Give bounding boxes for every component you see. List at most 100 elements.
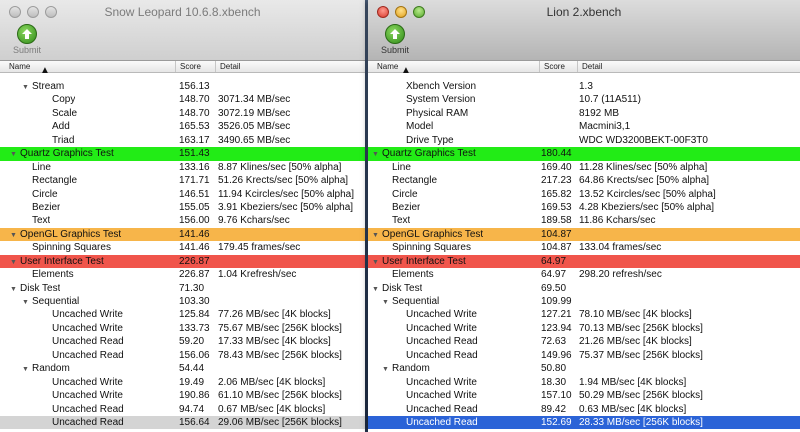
test-group-row[interactable]: ▼ User Interface Test 64.97 (368, 254, 800, 269)
test-group-row[interactable]: ▼ Quartz Graphics Test 151.43 (0, 147, 365, 161)
table-row[interactable]: Triad 163.17 3490.65 MB/sec (0, 134, 365, 147)
header-detail[interactable]: Detail (577, 61, 800, 72)
row-label: Text (392, 215, 411, 227)
table-row[interactable]: Text 189.58 11.86 Kchars/sec (368, 214, 800, 227)
header-detail[interactable]: Detail (215, 61, 365, 72)
table-row[interactable]: Uncached Write 19.49 2.06 MB/sec [4K block… (0, 376, 365, 389)
upload-arrow-icon (385, 24, 405, 44)
row-name: ▼ Random (382, 362, 430, 376)
row-label: Line (392, 161, 411, 173)
table-row[interactable]: ▼ Stream 156.13 (0, 80, 365, 93)
table-row[interactable]: Drive Type WDC WD3200BEKT-00F3T0 (368, 134, 800, 147)
row-detail: 64.86 Krects/sec [50% alpha] (579, 175, 710, 187)
results-outline: ▲ ▼ Stream 156.13 Copy 148.70 3071.34 MB/sec S… (0, 67, 365, 430)
table-row[interactable]: Spinning Squares 141.46 179.45 frames/sec (0, 241, 365, 254)
table-row[interactable]: Uncached Write 125.84 77.26 MB/sec [4K blo… (0, 308, 365, 321)
window-lion: Lion 2.xbench Submit Name Score Detail ▲… (368, 0, 800, 432)
disclosure-triangle-icon[interactable]: ▼ (372, 256, 382, 269)
row-label: Model (406, 121, 434, 133)
row-name: Physical RAM (406, 107, 468, 120)
table-row[interactable]: Rectangle 171.71 51.26 Krects/sec [50% alp… (0, 174, 365, 187)
table-row[interactable]: Uncached Write 157.10 50.29 MB/sec [256K b… (368, 389, 800, 402)
table-row[interactable]: Uncached Write 133.73 75.67 MB/sec [256K b… (0, 322, 365, 335)
row-name: Circle (392, 188, 418, 201)
disclosure-triangle-icon[interactable]: ▼ (22, 363, 32, 376)
table-row[interactable]: Uncached Read 89.42 0.63 MB/sec [4K blocks… (368, 403, 800, 416)
row-score: 226.87 (179, 255, 210, 267)
table-row[interactable]: ▼ Sequential 109.99 (368, 295, 800, 308)
table-row[interactable]: ▼ Random 50.80 (368, 362, 800, 375)
table-row[interactable]: Circle 146.51 11.94 Kcircles/sec [50% alph… (0, 188, 365, 201)
disclosure-triangle-icon[interactable]: ▼ (372, 229, 382, 242)
table-row[interactable]: ▼ Disk Test 71.30 (0, 282, 365, 295)
header-score[interactable]: Score (175, 61, 215, 72)
row-label: Uncached Read (406, 403, 478, 415)
table-row[interactable]: Spinning Squares 104.87 133.04 frames/sec (368, 241, 800, 254)
row-label: Quartz Graphics Test (20, 148, 114, 160)
table-row[interactable]: Uncached Read 152.69 28.33 MB/sec [256K bl… (368, 415, 800, 430)
disclosure-triangle-icon[interactable]: ▼ (372, 148, 382, 161)
table-row[interactable]: Uncached Read 156.64 29.06 MB/sec [256K bl… (0, 415, 365, 430)
table-row[interactable]: Uncached Write 18.30 1.94 MB/sec [4K block… (368, 376, 800, 389)
disclosure-triangle-icon[interactable]: ▼ (10, 256, 20, 269)
row-name: Uncached Read (52, 416, 124, 429)
table-row[interactable]: Xbench Version 1.3 (368, 80, 800, 93)
table-row[interactable]: Uncached Write 190.86 61.10 MB/sec [256K b… (0, 389, 365, 402)
table-row[interactable]: ▼ Random 54.44 (0, 362, 365, 375)
row-label: Sequential (32, 296, 80, 307)
table-row[interactable]: Uncached Read 59.20 17.33 MB/sec [4K block… (0, 335, 365, 348)
test-group-row[interactable]: ▼ OpenGL Graphics Test 141.46 (0, 227, 365, 242)
table-row[interactable]: Physical RAM 8192 MB (368, 107, 800, 120)
table-row[interactable]: Bezier 155.05 3.91 Kbeziers/sec [50% alpha… (0, 201, 365, 214)
header-score[interactable]: Score (539, 61, 577, 72)
submit-button[interactable]: Submit (10, 24, 44, 55)
test-group-row[interactable]: ▼ OpenGL Graphics Test 104.87 (368, 227, 800, 242)
disclosure-triangle-icon[interactable]: ▼ (10, 283, 20, 296)
table-row[interactable]: System Version 10.7 (11A511) (368, 93, 800, 106)
row-detail: 1.94 MB/sec [4K blocks] (579, 376, 687, 388)
table-row[interactable]: Uncached Write 123.94 70.13 MB/sec [256K b… (368, 322, 800, 335)
table-row[interactable]: Circle 165.82 13.52 Kcircles/sec [50% alph… (368, 188, 800, 201)
table-row[interactable]: Uncached Write 127.21 78.10 MB/sec [4K blo… (368, 308, 800, 321)
table-row[interactable]: Elements 64.97 298.20 refresh/sec (368, 268, 800, 281)
disclosure-triangle-icon[interactable]: ▼ (22, 296, 32, 309)
table-row[interactable]: Uncached Read 94.74 0.67 MB/sec [4K blocks… (0, 403, 365, 416)
disclosure-triangle-icon[interactable]: ▼ (372, 283, 382, 296)
disclosure-triangle-icon[interactable]: ▼ (10, 229, 20, 242)
row-label: Stream (32, 81, 65, 92)
test-group-row[interactable]: ▼ Quartz Graphics Test 180.44 (368, 147, 800, 161)
disclosure-triangle-icon[interactable]: ▼ (382, 296, 392, 309)
table-row[interactable]: Uncached Read 72.63 21.26 MB/sec [4K block… (368, 335, 800, 348)
row-label: Uncached Write (406, 322, 477, 334)
table-row[interactable]: Add 165.53 3526.05 MB/sec (0, 120, 365, 133)
row-detail: 3.91 Kbeziers/sec [50% alpha] (218, 201, 354, 213)
table-row[interactable]: ▼ Disk Test 69.50 (368, 282, 800, 295)
row-score: 226.87 (179, 269, 210, 281)
table-row[interactable]: Line 169.40 11.28 Klines/sec [50% alpha] (368, 161, 800, 174)
table-row[interactable]: Rectangle 217.23 64.86 Krects/sec [50% alp… (368, 174, 800, 187)
table-row[interactable]: Bezier 169.53 4.28 Kbeziers/sec [50% alpha… (368, 201, 800, 214)
table-row[interactable]: Uncached Read 156.06 78.43 MB/sec [256K bl… (0, 349, 365, 362)
table-row[interactable]: Scale 148.70 3072.19 MB/sec (0, 107, 365, 120)
table-row[interactable]: ▼ Sequential 103.30 (0, 295, 365, 308)
table-row[interactable]: Text 156.00 9.76 Kchars/sec (0, 214, 365, 227)
column-header: Name Score Detail (0, 61, 365, 73)
header-name[interactable]: Name (368, 61, 539, 72)
table-row[interactable]: Line 133.16 8.87 Klines/sec [50% alpha] (0, 161, 365, 174)
header-name[interactable]: Name (0, 61, 175, 72)
test-group-row[interactable]: ▼ User Interface Test 226.87 (0, 254, 365, 269)
disclosure-triangle-icon[interactable]: ▼ (10, 148, 20, 161)
disclosure-triangle-icon[interactable]: ▼ (382, 363, 392, 376)
table-row[interactable]: Elements 226.87 1.04 Krefresh/sec (0, 268, 365, 281)
row-detail: 70.13 MB/sec [256K blocks] (579, 322, 703, 334)
table-row[interactable]: Uncached Read 149.96 75.37 MB/sec [256K bl… (368, 349, 800, 362)
disclosure-triangle-icon[interactable]: ▼ (22, 81, 32, 94)
table-row[interactable]: Model Macmini3,1 (368, 120, 800, 133)
row-score: 89.42 (541, 403, 567, 415)
row-name: ▼ Random (22, 362, 70, 376)
row-detail: 11.94 Kcircles/sec [50% alpha] (218, 188, 355, 200)
row-name: Circle (32, 188, 58, 201)
row-score: 180.44 (541, 148, 572, 160)
submit-button[interactable]: Submit (378, 24, 412, 55)
table-row[interactable]: Copy 148.70 3071.34 MB/sec (0, 93, 365, 106)
